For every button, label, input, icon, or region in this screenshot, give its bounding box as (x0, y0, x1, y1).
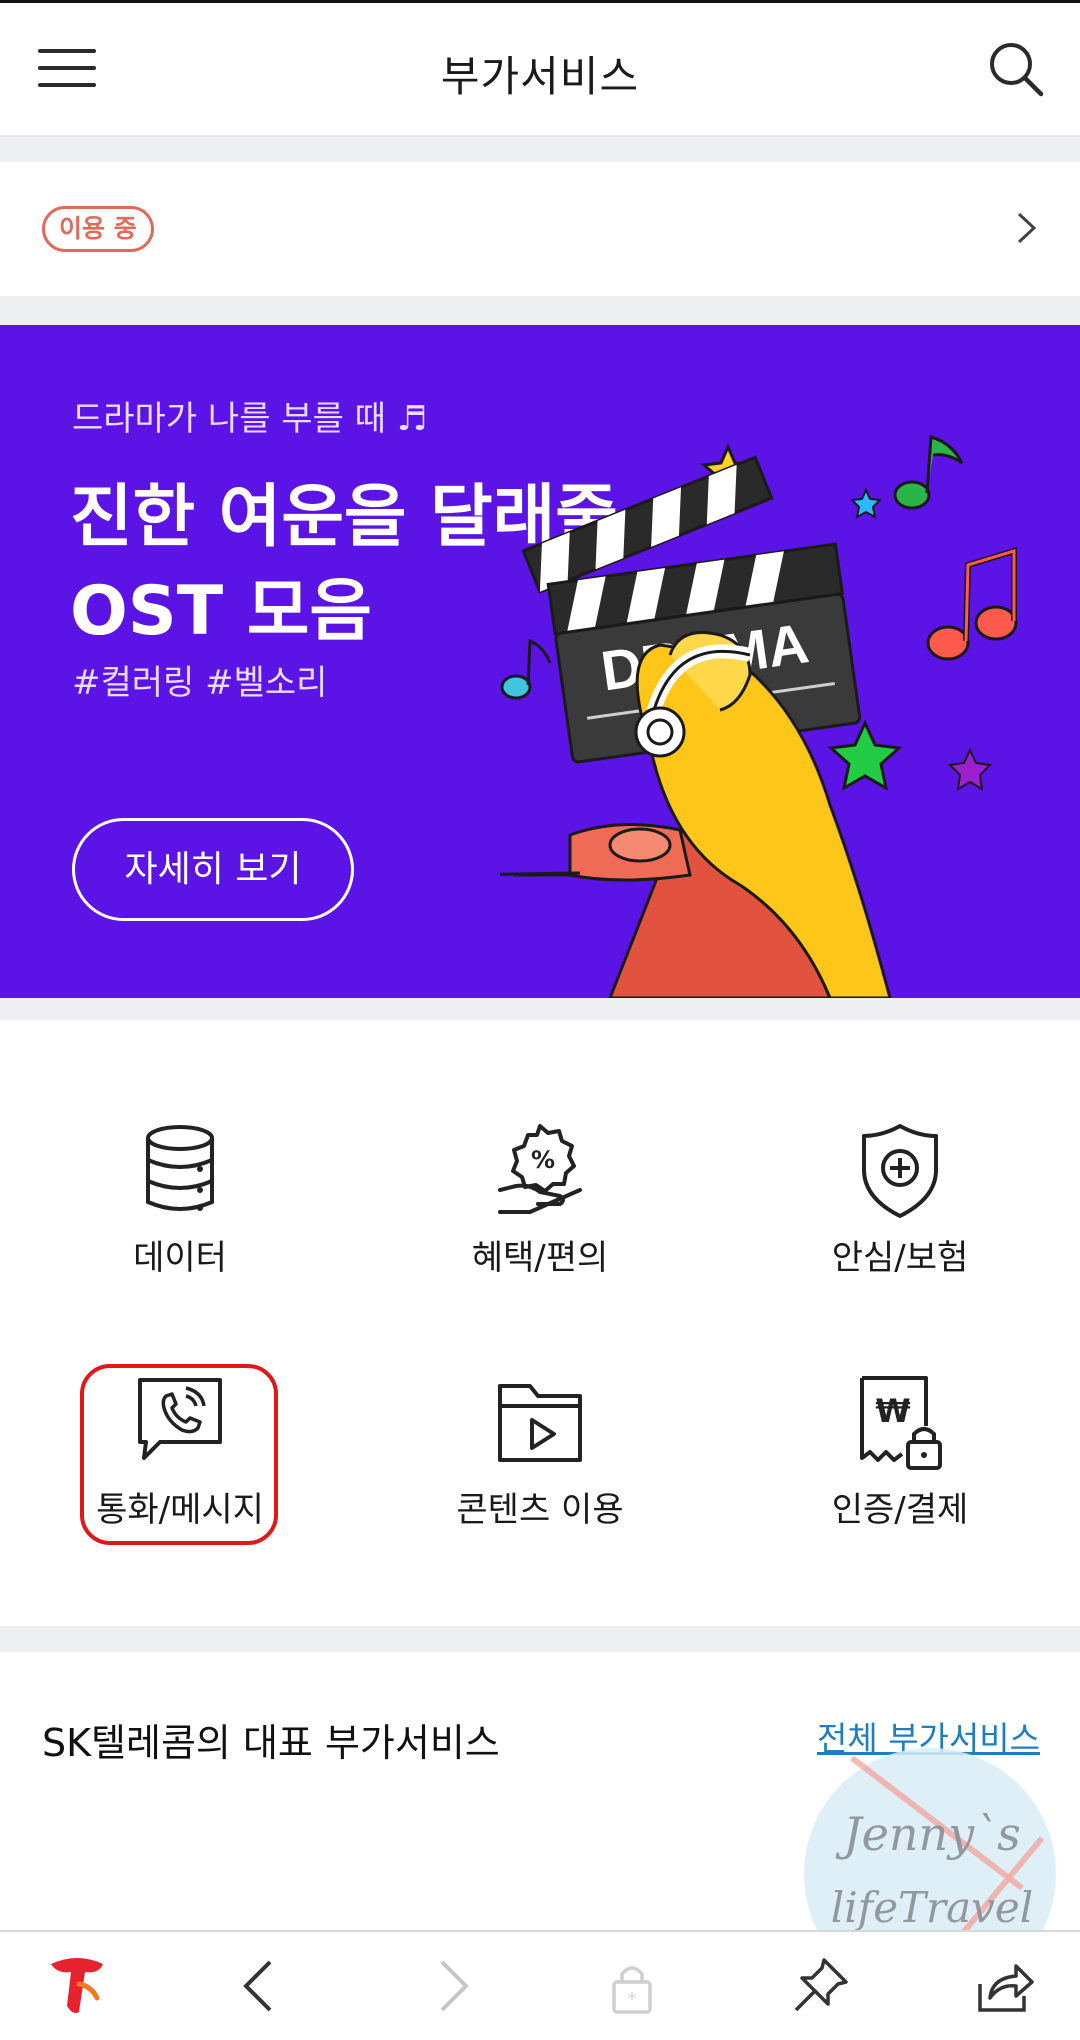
forward-arrow-icon[interactable] (420, 1954, 484, 2018)
pin-icon[interactable] (788, 1954, 852, 2018)
star-icon (849, 487, 883, 519)
svg-text:₩: ₩ (875, 1392, 910, 1430)
category-safety[interactable]: 안심/보험 (750, 1120, 1050, 1320)
music-note-icon (893, 435, 964, 510)
music-note-icon (500, 638, 552, 700)
music-note-icon (926, 546, 1018, 661)
section-title: SK텔레콤의 대표 부가서비스 (42, 1721, 500, 1765)
category-label: 안심/보험 (831, 1238, 969, 1278)
category-label: 혜택/편의 (471, 1238, 609, 1278)
app-header: 부가서비스 (0, 3, 1080, 137)
banner-subtitle: 드라마가 나를 부를 때 ♬ (72, 399, 428, 439)
t-logo-icon[interactable] (45, 1954, 109, 2018)
lock-icon[interactable]: * (600, 1954, 664, 2018)
category-data[interactable]: 데이터 (30, 1120, 330, 1320)
won-receipt-lock-icon: ₩ (860, 1376, 942, 1470)
back-arrow-icon[interactable] (228, 1954, 292, 2018)
all-services-link[interactable]: 전체 부가서비스 (817, 1712, 1040, 1760)
banner-tags: #컬러링 #벨소리 (72, 663, 328, 703)
star-icon (827, 719, 903, 791)
category-content[interactable]: 콘텐츠 이용 (390, 1372, 690, 1572)
in-use-services-row[interactable]: 이용 중 (0, 162, 1080, 296)
banner-illustration: DRAMA (500, 435, 1018, 998)
svg-text:%: % (531, 1146, 555, 1174)
category-label: 통화/메시지 (96, 1490, 264, 1530)
svg-text:*: * (628, 1989, 637, 2010)
category-benefit[interactable]: % 혜택/편의 (390, 1120, 690, 1320)
database-icon (146, 1125, 214, 1211)
share-icon[interactable] (972, 1954, 1036, 2018)
representative-services-section: SK텔레콤의 대표 부가서비스 전체 부가서비스 (0, 1652, 1080, 1932)
page-title: 부가서비스 (440, 52, 640, 101)
category-label: 인증/결제 (831, 1490, 969, 1530)
category-grid: 데이터 % 혜택/편의 안심/보험 통화/메시지 콘텐츠 이용 ₩ 인증/결제 (0, 1020, 1080, 1626)
promo-banner[interactable]: 드라마가 나를 부를 때 ♬ 진한 여운을 달래줄 OST 모음 #컬러링 #벨… (0, 325, 1080, 998)
in-use-badge: 이용 중 (42, 206, 154, 252)
video-folder-icon (498, 1384, 582, 1462)
category-label: 데이터 (133, 1238, 227, 1278)
discount-badge-hand-icon: % (498, 1124, 582, 1214)
category-call-message[interactable]: 통화/메시지 (30, 1372, 330, 1572)
category-auth-payment[interactable]: ₩ 인증/결제 (750, 1372, 1050, 1572)
banner-detail-button[interactable]: 자세히 보기 (72, 818, 354, 921)
search-icon[interactable] (988, 41, 1044, 97)
browser-bottom-bar: * (0, 1930, 1080, 2040)
phone-message-icon (138, 1378, 222, 1460)
star-icon (947, 747, 993, 791)
chevron-right-icon (1017, 212, 1037, 244)
category-label: 콘텐츠 이용 (456, 1490, 624, 1530)
shield-plus-icon (862, 1124, 938, 1218)
